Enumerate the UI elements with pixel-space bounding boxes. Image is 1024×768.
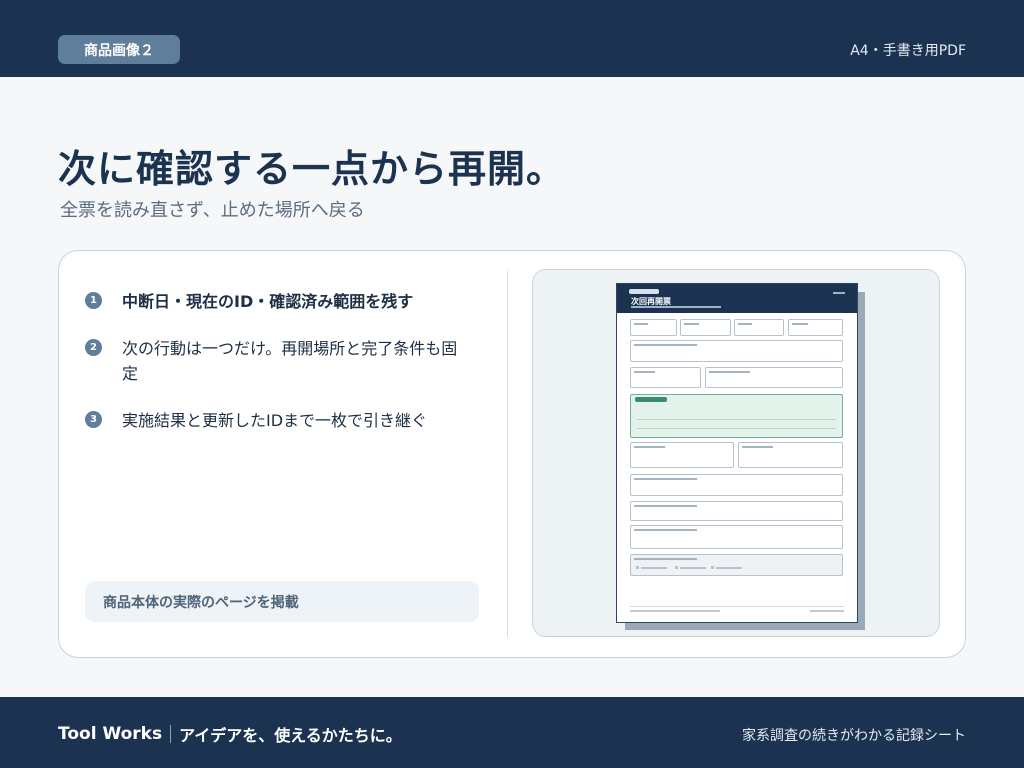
sheet-field bbox=[705, 367, 843, 388]
brand: Tool Works アイデアを、使えるかたちに。 bbox=[58, 722, 402, 746]
step-text: 中断日・現在のID・確認済み範囲を残す bbox=[122, 292, 414, 311]
sheet-field bbox=[738, 442, 843, 468]
step-number: 2 bbox=[85, 339, 102, 356]
sheet-field bbox=[630, 367, 701, 388]
step-item: 1 中断日・現在のID・確認済み範囲を残す bbox=[85, 289, 465, 314]
step-list: 1 中断日・現在のID・確認済み範囲を残す 2 次の行動は一つだけ。再開場所と完… bbox=[85, 289, 465, 455]
sheet-field bbox=[788, 319, 843, 336]
card-divider bbox=[507, 271, 508, 637]
top-bar: 商品画像２ A4・手書き用PDF bbox=[0, 0, 1024, 77]
brand-name: Tool Works bbox=[58, 724, 163, 744]
product-image-badge: 商品画像２ bbox=[58, 35, 180, 64]
sheet-subtitle-line bbox=[631, 306, 721, 308]
step-number: 1 bbox=[85, 292, 102, 309]
page-title: 次に確認する一点から再開。 bbox=[58, 147, 566, 191]
sheet-field bbox=[630, 319, 677, 336]
sheet-field bbox=[630, 340, 843, 362]
bottom-bar: Tool Works アイデアを、使えるかたちに。 家系調査の続きがわかる記録シ… bbox=[0, 697, 1024, 768]
highlight-tag bbox=[635, 397, 667, 402]
step-text: 実施結果と更新したIDまで一枚で引き継ぐ bbox=[122, 411, 428, 430]
sheet-page-marker bbox=[833, 292, 845, 294]
sheet-header: 次回再開票 bbox=[617, 284, 857, 313]
sheet-field bbox=[680, 319, 731, 336]
step-item: 3 実施結果と更新したIDまで一枚で引き継ぐ bbox=[85, 408, 465, 433]
product-note: 商品本体の実際のページを掲載 bbox=[85, 581, 479, 622]
page-subtitle: 全票を読み直さず、止めた場所へ戻る bbox=[60, 200, 365, 221]
brand-separator bbox=[170, 725, 172, 743]
sheet-field bbox=[630, 525, 843, 549]
sheet-field bbox=[734, 319, 784, 336]
sheet-preview: 次回再開票 bbox=[532, 269, 940, 637]
sheet-field bbox=[630, 442, 734, 468]
format-label: A4・手書き用PDF bbox=[850, 43, 966, 59]
step-text: 次の行動は一つだけ。再開場所と完了条件も固定 bbox=[122, 339, 458, 383]
sheet-page-image: 次回再開票 bbox=[616, 283, 858, 623]
sheet-checklist bbox=[630, 554, 843, 576]
sheet-field bbox=[630, 501, 843, 521]
step-number: 3 bbox=[85, 411, 102, 428]
feature-card: 1 中断日・現在のID・確認済み範囲を残す 2 次の行動は一つだけ。再開場所と完… bbox=[58, 250, 966, 658]
sheet-highlight-field bbox=[630, 394, 843, 438]
step-item: 2 次の行動は一つだけ。再開場所と完了条件も固定 bbox=[85, 336, 465, 386]
sheet-tag bbox=[629, 289, 659, 294]
brand-tagline: アイデアを、使えるかたちに。 bbox=[179, 726, 402, 745]
sheet-field bbox=[630, 474, 843, 496]
product-name: 家系調査の続きがわかる記録シート bbox=[742, 728, 966, 744]
